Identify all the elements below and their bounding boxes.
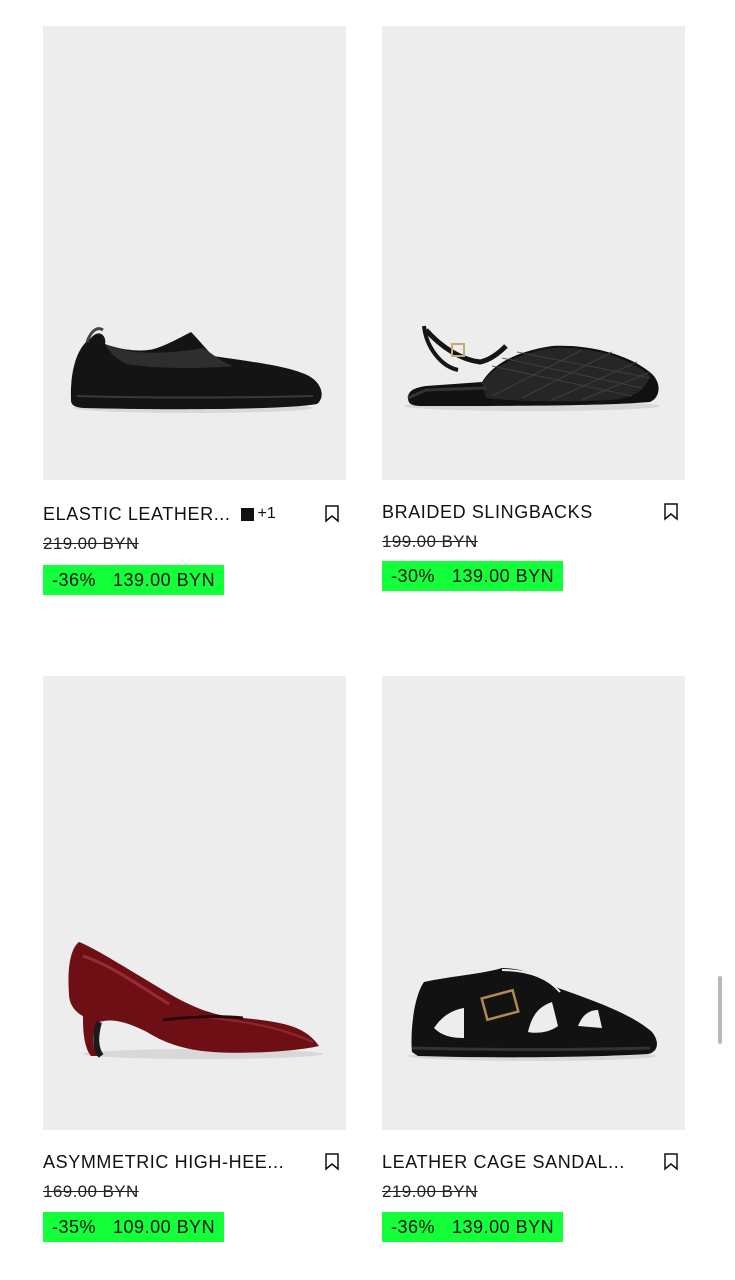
original-price: 199.00 BYN — [382, 532, 478, 551]
discount-percent: -36% — [391, 1216, 436, 1237]
product-card[interactable]: BRAIDED SLINGBACKS 199.00 BYN -30% 139.0… — [382, 26, 685, 591]
sale-badge: -35% 109.00 BYN — [43, 1212, 225, 1242]
discount-percent: -30% — [391, 565, 436, 586]
bookmark-icon[interactable] — [324, 505, 340, 523]
color-swatch[interactable]: +1 — [240, 505, 276, 523]
bookmark-icon[interactable] — [324, 1153, 340, 1171]
extra-colors-count: +1 — [257, 505, 276, 522]
original-price: 169.00 BYN — [43, 1182, 139, 1201]
sale-badge: -36% 139.00 BYN — [43, 565, 225, 595]
bookmark-icon[interactable] — [663, 1153, 679, 1171]
product-image[interactable] — [43, 676, 346, 1130]
product-name[interactable]: ASYMMETRIC HIGH-HEE... — [43, 1152, 284, 1173]
scrollbar-thumb[interactable] — [718, 976, 722, 1044]
color-swatch-square — [240, 507, 254, 521]
sale-price: 139.00 BYN — [113, 569, 216, 590]
discount-percent: -36% — [52, 569, 97, 590]
original-price: 219.00 BYN — [382, 1182, 478, 1201]
product-image[interactable] — [382, 676, 685, 1130]
bookmark-icon[interactable] — [663, 503, 679, 521]
product-name[interactable]: BRAIDED SLINGBACKS — [382, 502, 593, 523]
product-card[interactable]: ELASTIC LEATHER... +1 219.00 BYN -36% 13… — [43, 26, 346, 595]
product-name[interactable]: ELASTIC LEATHER... — [43, 504, 231, 525]
discount-percent: -35% — [52, 1216, 97, 1237]
sale-badge: -36% 139.00 BYN — [382, 1212, 564, 1242]
slingback-flat-illustration — [404, 325, 660, 411]
product-name[interactable]: LEATHER CAGE SANDAL... — [382, 1152, 625, 1173]
sale-price: 139.00 BYN — [452, 565, 555, 586]
product-card[interactable]: LEATHER CAGE SANDAL... 219.00 BYN -36% 1… — [382, 676, 685, 1242]
product-image[interactable] — [43, 26, 346, 480]
product-image[interactable] — [382, 26, 685, 480]
product-card[interactable]: ASYMMETRIC HIGH-HEE... 169.00 BYN -35% 1… — [43, 676, 346, 1242]
sale-price: 139.00 BYN — [452, 1216, 555, 1237]
original-price: 219.00 BYN — [43, 534, 139, 553]
sale-price: 109.00 BYN — [113, 1216, 216, 1237]
mary-jane-flat-illustration — [70, 327, 322, 413]
kitten-heel-pump-illustration — [68, 942, 323, 1059]
cage-sandal-illustration — [408, 968, 657, 1061]
sale-badge: -30% 139.00 BYN — [382, 561, 564, 591]
